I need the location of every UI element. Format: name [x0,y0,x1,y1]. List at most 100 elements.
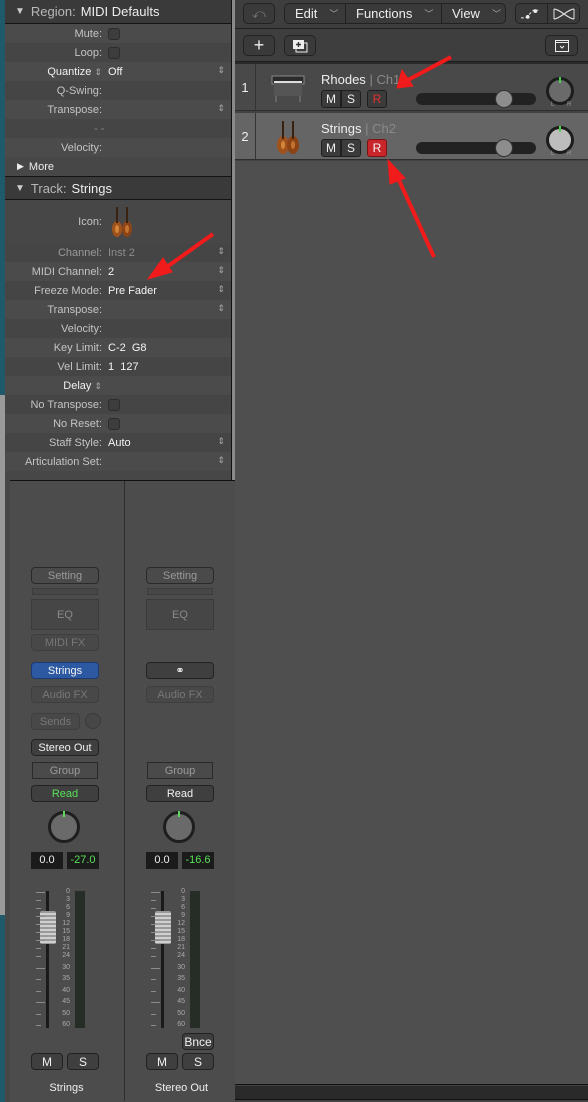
mute-button[interactable]: M [321,90,341,108]
volume-slider-handle[interactable] [494,90,513,108]
track-name[interactable]: Strings | Ch2 [321,121,396,136]
no-reset-checkbox[interactable] [108,417,120,430]
peak-readout[interactable]: -27.0 [67,852,99,869]
instrument-slot[interactable]: Strings [31,662,99,679]
functions-menu[interactable]: Functions ﹀ [346,4,442,23]
freeze-mode-value[interactable]: Pre Fader [108,285,157,297]
param-velocity[interactable]: Velocity: [5,138,231,157]
pan-knob[interactable] [163,811,195,843]
volume-slider[interactable] [416,90,536,108]
peak-readout[interactable]: -16.6 [182,852,214,869]
pan-knob[interactable] [546,126,574,154]
more-disclosure[interactable]: ▶ More [5,157,231,176]
param-transpose[interactable]: Transpose: ⇕ [5,100,231,119]
param-delay[interactable]: Delay ⇕ [5,376,231,395]
param-staff-style[interactable]: Staff Style: Auto ⇕ [5,433,231,452]
strip-name[interactable]: Strings [10,1082,123,1094]
popup-stepper-icon[interactable]: ⇕ [217,455,225,466]
solo-button[interactable]: S [182,1053,214,1070]
gain-slot[interactable] [147,588,213,595]
param-label[interactable]: Delay ⇕ [5,380,108,392]
electric-piano-icon[interactable] [270,73,306,108]
output-slot[interactable]: Stereo Out [31,739,99,756]
strip-name[interactable]: Stereo Out [125,1082,238,1094]
popup-stepper-icon[interactable]: ⇕ [217,65,225,76]
param-q-swing[interactable]: Q-Swing: [5,81,231,100]
view-menu[interactable]: View ﹀ [442,4,505,23]
horizontal-scrollbar[interactable] [235,1086,588,1100]
flex-button[interactable] [548,4,580,23]
mute-checkbox[interactable] [108,27,120,40]
edit-menu[interactable]: Edit ﹀ [285,4,346,23]
param-freeze-mode[interactable]: Freeze Mode: Pre Fader ⇕ [5,281,231,300]
track-row[interactable]: 1 Rhodes | Ch1 MS R L R [235,64,588,111]
sends-slot[interactable]: Sends [31,713,80,730]
collapse-button[interactable] [545,35,578,56]
audio-fx-slot[interactable]: Audio FX [31,686,99,703]
empty-tracks-area[interactable] [235,161,588,1085]
automation-mode-button[interactable]: Read [146,785,214,802]
volume-slider[interactable] [416,139,536,157]
midi-fx-slot[interactable]: MIDI FX [31,634,99,651]
quantize-value[interactable]: Off [108,66,122,78]
track-row-selected[interactable]: 2 Strings | Ch2 MS R L R [235,113,588,160]
gain-slot[interactable] [32,588,98,595]
popup-stepper-icon[interactable]: ⇕ [217,436,225,447]
bounce-button[interactable]: Bnce [182,1033,214,1050]
param-midi-channel[interactable]: MIDI Channel: 2 ⇕ [5,262,231,281]
popup-stepper-icon[interactable]: ⇕ [217,303,225,314]
new-track-duplicate-button[interactable] [284,35,316,56]
mute-button[interactable]: M [146,1053,178,1070]
violin-icon[interactable] [273,118,303,161]
pan-knob[interactable] [48,811,80,843]
loop-checkbox[interactable] [108,46,120,59]
setting-button[interactable]: Setting [146,567,214,584]
solo-button[interactable]: S [341,90,361,108]
popup-stepper-icon[interactable]: ⇕ [217,265,225,276]
disclosure-down-icon[interactable]: ▼ [15,6,25,17]
param-vel-limit[interactable]: Vel Limit: 1 127 [5,357,231,376]
volume-readout[interactable]: 0.0 [146,852,178,869]
region-header[interactable]: ▼ Region: MIDI Defaults [5,0,231,24]
midi-channel-value[interactable]: 2 [108,266,114,278]
back-button[interactable]: ⤺ [243,3,275,24]
staff-style-value[interactable]: Auto [108,437,131,449]
popup-stepper-icon[interactable]: ⇕ [217,284,225,295]
solo-button[interactable]: S [341,139,361,157]
param-channel[interactable]: Channel: Inst 2 ⇕ [5,243,231,262]
violin-icon[interactable] [108,204,136,240]
key-limit-value[interactable]: C-2 G8 [108,342,147,354]
popup-stepper-icon[interactable]: ⇕ [217,246,225,257]
record-enable-button[interactable]: R [367,139,387,157]
param-quantize[interactable]: Quantize ⇕ Off ⇕ [5,62,231,81]
send-knob[interactable] [85,713,101,729]
mute-button[interactable]: M [321,139,341,157]
group-slot[interactable]: Group [147,762,213,779]
track-header[interactable]: ▼ Track: Strings [5,176,231,200]
vel-limit-value[interactable]: 1 127 [108,361,139,373]
solo-button[interactable]: S [67,1053,99,1070]
track-name[interactable]: Rhodes | Ch1 [321,72,400,87]
add-track-button[interactable]: + [243,35,275,56]
volume-readout[interactable]: 0.0 [31,852,63,869]
channel-value[interactable]: Inst 2 [108,247,135,259]
param-label[interactable]: Quantize ⇕ [5,66,108,78]
no-transpose-checkbox[interactable] [108,398,120,411]
param-velocity[interactable]: Velocity: [5,319,231,338]
param-key-limit[interactable]: Key Limit: C-2 G8 [5,338,231,357]
eq-display[interactable]: EQ [31,599,99,630]
automation-mode-button[interactable]: Read [31,785,99,802]
volume-slider-handle[interactable] [494,139,513,157]
stereo-link-button[interactable]: ⚭ [146,662,214,679]
param-transpose[interactable]: Transpose: ⇕ [5,300,231,319]
popup-stepper-icon[interactable]: ⇕ [217,103,225,114]
eq-display[interactable]: EQ [146,599,214,630]
param-articulation-set[interactable]: Articulation Set: ⇕ [5,452,231,471]
disclosure-down-icon[interactable]: ▼ [15,183,25,194]
mute-button[interactable]: M [31,1053,63,1070]
automation-button[interactable] [516,4,548,23]
pan-knob[interactable] [546,77,574,105]
audio-fx-slot[interactable]: Audio FX [146,686,214,703]
setting-button[interactable]: Setting [31,567,99,584]
record-enable-button[interactable]: R [367,90,387,108]
